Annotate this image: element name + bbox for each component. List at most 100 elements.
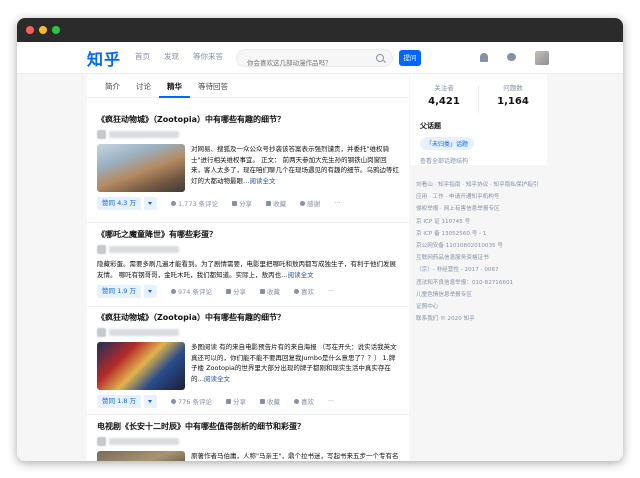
downvote-button[interactable] bbox=[143, 284, 157, 298]
answer-card: 《疯狂动物城》（Zootopia）中有哪些有趣的细节？ 对网易、搜狐及一众公众号… bbox=[97, 114, 399, 210]
answer-card: 电视剧《长安十二时辰》中有哪些值得剖析的细节和彩蛋？ 原著作者马伯庸，人称"马亲… bbox=[97, 421, 399, 461]
read-more-link[interactable]: 阅读全文 bbox=[288, 271, 314, 279]
share-button[interactable]: 分享 bbox=[232, 198, 252, 208]
read-more-link[interactable]: 阅读全文 bbox=[250, 177, 276, 185]
comments-count: 974 条评论 bbox=[177, 288, 212, 296]
footer-license[interactable]: 互联网药品信息服务资格证书 bbox=[416, 252, 556, 264]
footer-police[interactable]: 京公网安备 11010802010035 号 bbox=[416, 240, 556, 252]
comment-icon bbox=[170, 398, 176, 404]
close-window-button[interactable] bbox=[26, 26, 34, 34]
favorite-button[interactable]: 收藏 bbox=[259, 396, 280, 406]
answer-excerpt[interactable]: 隐藏彩蛋。需要多刷几遍才能看到。为了剧情需要，电影里把哪吒和敖丙都写成独生子，有… bbox=[97, 259, 399, 280]
upvote-button[interactable]: 赞同 1.9 万 bbox=[97, 284, 141, 298]
notification-bell-icon[interactable] bbox=[480, 53, 488, 62]
footer-report: 违法和不良信息举报：010-82716601 bbox=[416, 279, 514, 286]
divider bbox=[87, 414, 409, 415]
parent-topic-tag[interactable]: 「未归类」话题 bbox=[420, 137, 475, 150]
followers-stat[interactable]: 关注者 4,421 bbox=[410, 82, 478, 107]
heart-icon bbox=[293, 398, 299, 404]
author-row bbox=[97, 437, 399, 446]
answer-excerpt[interactable]: 多图阅读 有的来自电影预告片有的来自海报 （写在开头：说实话我英文真还可以的，你… bbox=[97, 342, 399, 390]
author-name[interactable] bbox=[109, 246, 179, 253]
answer-actions: 赞同 1.9 万 974 条评论 分享 收藏 喜欢 ··· bbox=[97, 284, 399, 298]
divider bbox=[87, 222, 409, 223]
footer-cert[interactable]: 证照中心 bbox=[416, 301, 556, 313]
user-avatar[interactable] bbox=[535, 51, 549, 65]
tab-intro[interactable]: 简介 bbox=[97, 74, 128, 98]
answer-card: 《哪吒之魔童降世》有哪些彩蛋？ 隐藏彩蛋。需要多刷几遍才能看到。为了剧情需要，电… bbox=[97, 229, 399, 298]
more-options-button[interactable]: ··· bbox=[334, 199, 340, 207]
share-button[interactable]: 分享 bbox=[225, 286, 246, 296]
tab-waiting-answers[interactable]: 等待回答 bbox=[190, 74, 236, 98]
answer-excerpt[interactable]: 原著作者马伯庸，人称"马亲王"，鼎个拉书迷，写起书来五步一个专有名词，十步一个冷… bbox=[97, 451, 399, 461]
question-title[interactable]: 《疯狂动物城》（Zootopia）中有哪些有趣的细节？ bbox=[97, 114, 399, 126]
footer-links[interactable]: 应用 · 工作 · 申请开通知乎机构号 bbox=[416, 191, 556, 203]
author-avatar[interactable] bbox=[97, 328, 106, 337]
upvote-label: 赞同 4.3 万 bbox=[102, 198, 136, 207]
minimize-window-button[interactable] bbox=[39, 26, 47, 34]
favorite-label: 收藏 bbox=[273, 200, 287, 208]
share-icon bbox=[225, 398, 231, 404]
nav-waiting[interactable]: 等你来答 bbox=[193, 51, 223, 62]
star-icon bbox=[259, 288, 265, 294]
main-nav: 首页 发现 等你来答 bbox=[135, 51, 223, 62]
answer-thumbnail[interactable] bbox=[97, 342, 185, 390]
footer-links[interactable]: 刘看山 · 知乎指南 · 知乎协议 · 知乎隐私保护指引 bbox=[416, 179, 556, 191]
like-button[interactable]: 喜欢 bbox=[293, 396, 314, 406]
author-avatar[interactable] bbox=[97, 437, 106, 446]
answer-thumbnail[interactable] bbox=[97, 144, 185, 192]
search-icon[interactable] bbox=[376, 54, 384, 62]
footer-icp[interactable]: 京 ICP 证 110745 号 bbox=[416, 216, 556, 228]
like-button[interactable]: 喜欢 bbox=[293, 286, 314, 296]
favorite-button[interactable]: 收藏 bbox=[259, 286, 280, 296]
author-name[interactable] bbox=[109, 329, 179, 336]
author-name[interactable] bbox=[109, 131, 179, 138]
parent-topic-card: 父话题 「未归类」话题 查看全部话题结构 bbox=[410, 113, 547, 165]
upvote-button[interactable]: 赞同 4.3 万 bbox=[97, 196, 141, 210]
answer-excerpt[interactable]: 对网易、搜狐及一众公众号抄袭该答案表示强烈谴责，并委托"维权骑士"进行相关维权事… bbox=[97, 144, 399, 192]
comments-button[interactable]: 1,773 条评论 bbox=[170, 198, 218, 208]
maximize-window-button[interactable] bbox=[52, 26, 60, 34]
answer-thumbnail[interactable] bbox=[97, 451, 185, 461]
tab-featured[interactable]: 精华 bbox=[159, 74, 190, 98]
footer-links[interactable]: 侵权举报 · 网上有害信息举报专区 bbox=[416, 203, 556, 215]
nav-home[interactable]: 首页 bbox=[135, 51, 150, 62]
favorite-button[interactable]: 收藏 bbox=[266, 198, 286, 208]
upvote-button[interactable]: 赞同 1.8 万 bbox=[97, 394, 141, 408]
read-more-link[interactable]: 阅读全文 bbox=[204, 375, 230, 383]
more-options-button[interactable]: ··· bbox=[328, 287, 334, 295]
downvote-button[interactable] bbox=[143, 394, 157, 408]
topic-tabs: 简介 讨论 精华 等待回答 bbox=[87, 74, 409, 98]
ask-question-button[interactable]: 提问 bbox=[399, 50, 421, 66]
tab-discussion[interactable]: 讨论 bbox=[128, 74, 159, 98]
footer-icp[interactable]: 京 ICP 备 13052560 号 - 1 bbox=[416, 228, 556, 240]
comments-count: 776 条评论 bbox=[177, 398, 212, 406]
search-box bbox=[236, 49, 393, 71]
thanks-button[interactable]: 感谢 bbox=[300, 198, 320, 208]
question-title[interactable]: 《哪吒之魔童降世》有哪些彩蛋？ bbox=[97, 229, 399, 241]
more-options-button[interactable]: ··· bbox=[328, 397, 334, 405]
answer-actions: 赞同 4.3 万 1,773 条评论 分享 收藏 感谢 ··· bbox=[97, 196, 399, 210]
topic-content: 简介 讨论 精华 等待回答 《疯狂动物城》（Zootopia）中有哪些有趣的细节… bbox=[87, 74, 409, 461]
favorite-label: 收藏 bbox=[266, 288, 280, 296]
upvote-label: 赞同 1.8 万 bbox=[102, 396, 136, 405]
question-title[interactable]: 电视剧《长安十二时辰》中有哪些值得剖析的细节和彩蛋？ bbox=[97, 421, 399, 433]
like-label: 喜欢 bbox=[300, 398, 314, 406]
search-input[interactable] bbox=[237, 55, 367, 71]
footer-contact[interactable]: 联系我们 © 2020 知乎 bbox=[416, 313, 556, 325]
question-title[interactable]: 《疯狂动物城》（Zootopia）中有哪些有趣的细节？ bbox=[97, 312, 399, 324]
author-avatar[interactable] bbox=[97, 245, 106, 254]
author-avatar[interactable] bbox=[97, 130, 106, 139]
share-icon bbox=[225, 288, 231, 294]
share-button[interactable]: 分享 bbox=[225, 396, 246, 406]
messages-icon[interactable] bbox=[507, 53, 516, 61]
footer-report[interactable]: 儿童色情信息举报专区 bbox=[416, 289, 556, 301]
nav-discover[interactable]: 发现 bbox=[164, 51, 179, 62]
comments-button[interactable]: 776 条评论 bbox=[170, 396, 212, 406]
questions-stat[interactable]: 问题数 1,164 bbox=[479, 82, 547, 107]
zhihu-logo[interactable]: 知乎 bbox=[87, 46, 121, 70]
all-parent-topics-link[interactable]: 查看全部话题结构 bbox=[420, 156, 537, 165]
comments-button[interactable]: 974 条评论 bbox=[170, 286, 212, 296]
downvote-button[interactable] bbox=[143, 196, 157, 210]
author-name[interactable] bbox=[109, 438, 179, 445]
